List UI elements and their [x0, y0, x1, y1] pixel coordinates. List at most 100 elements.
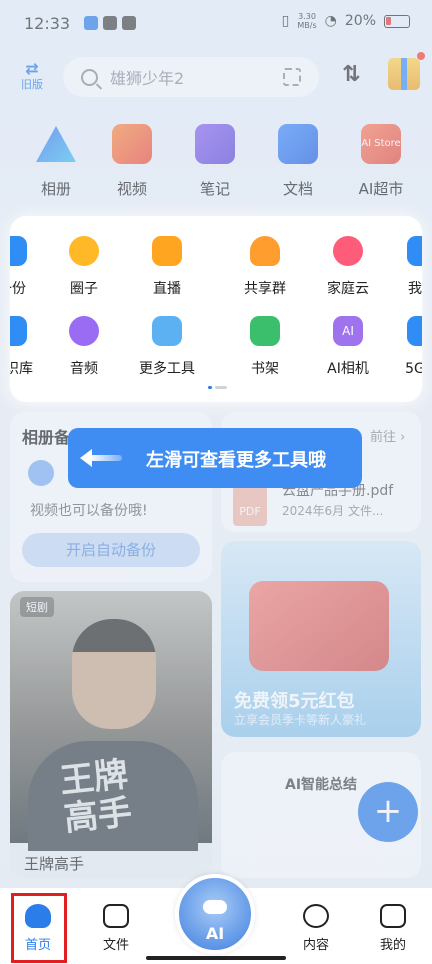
shortcut-label: 笔记	[199, 180, 230, 198]
recent-file-meta: 2024年6月 文件...	[282, 504, 384, 518]
battery-icon	[384, 14, 410, 28]
page-dot	[215, 386, 227, 389]
old-version-switch[interactable]: ⇄ 旧版	[18, 59, 46, 92]
tool-label: 5G新	[405, 361, 422, 377]
add-button[interactable]: +	[358, 782, 418, 842]
tool-circle[interactable]: 圈子	[52, 236, 116, 298]
tool-label: 直播	[153, 281, 181, 297]
old-version-label: 旧版	[21, 78, 43, 91]
drama-caption: 王牌高手	[24, 855, 85, 873]
tool-label: 备份	[10, 281, 26, 297]
baidu-notification-icon	[84, 16, 98, 30]
shortcut-label: 视频	[116, 180, 147, 198]
shortcut-notes[interactable]: 笔记	[175, 124, 255, 199]
tool-5g[interactable]: 5G新	[390, 316, 422, 378]
page-dot-active	[208, 386, 212, 389]
nav-files[interactable]: 文件	[86, 904, 146, 953]
red-packet-illustration	[249, 581, 389, 671]
tool-backup[interactable]: 备份	[10, 236, 44, 298]
nav-content[interactable]: 内容	[286, 904, 346, 953]
wifi-icon: ◔	[324, 13, 337, 29]
sync-icon	[28, 460, 54, 486]
gift-icon[interactable]	[388, 52, 425, 90]
audio-icon	[69, 316, 99, 346]
bookshelf-icon	[250, 316, 280, 346]
ai-store-icon: AI Store	[361, 124, 401, 164]
battery-percent: 20%	[344, 13, 376, 29]
folder-icon	[103, 904, 129, 928]
tool-label: 音频	[70, 361, 98, 377]
tool-label: 共享群	[244, 281, 286, 297]
notification-dot	[417, 52, 425, 60]
ai-label: AI	[205, 924, 225, 943]
nav-label: 我的	[379, 938, 406, 953]
circle-icon	[69, 236, 99, 266]
notification-icons	[84, 16, 136, 30]
shortcut-photos[interactable]: 相册	[16, 124, 96, 199]
share-group-icon	[250, 236, 280, 266]
swipe-hint-text: 左滑可查看更多工具哦	[146, 450, 326, 471]
tool-label: AI相机	[327, 361, 369, 377]
ai-assistant-button[interactable]: AI	[175, 874, 255, 954]
note-icon	[195, 124, 235, 164]
tool-live[interactable]: 直播	[135, 236, 199, 298]
tool-mine[interactable]: 我的	[390, 236, 422, 298]
switch-icon: ⇄	[25, 59, 39, 78]
search-icon	[81, 68, 98, 86]
poster-title: 王牌 高手	[58, 754, 134, 840]
tool-knowledge[interactable]: 知识库	[10, 316, 44, 378]
left-arrow-icon	[80, 448, 122, 468]
mine-icon	[407, 236, 422, 266]
promo-title: 免费领5元红包	[234, 691, 355, 712]
swipe-hint-tooltip[interactable]: 左滑可查看更多工具哦	[68, 428, 362, 488]
tool-audio[interactable]: 音频	[52, 316, 116, 378]
poster-figure-face	[72, 619, 156, 729]
shortcut-videos[interactable]: 视频	[92, 124, 172, 199]
ai-assistant-icon	[203, 900, 227, 914]
ai-summary-title: AI智能总结	[285, 777, 358, 793]
tool-more[interactable]: 更多工具	[135, 316, 199, 378]
tools-popup[interactable]: 备份 圈子 直播 共享群 家庭云 我的 知识库 音频 更多工具 书架 AI AI…	[10, 216, 422, 402]
shortcut-docs[interactable]: 文档	[258, 124, 338, 199]
gesture-bar	[146, 956, 286, 960]
tool-share-group[interactable]: 共享群	[233, 236, 297, 298]
shortcut-label: 文档	[282, 180, 313, 198]
backup-title: 相册备	[22, 428, 71, 447]
tool-label: 圈子	[70, 281, 98, 297]
tool-ai-camera[interactable]: AI AI相机	[316, 316, 380, 378]
search-input[interactable]: 雄狮少年2	[63, 57, 319, 97]
content-icon	[303, 904, 329, 928]
shortcut-label: 相册	[40, 180, 71, 198]
tool-label: 知识库	[10, 361, 33, 377]
backup-subtitle: 视频也可以备份哦!	[30, 503, 148, 519]
red-packet-promo-card[interactable]: 免费领5元红包 立享会员季卡等新人豪礼	[221, 541, 421, 737]
transfer-sort-icon[interactable]: ⇅	[342, 62, 360, 87]
vibrate-icon: ▯	[281, 13, 290, 29]
network-speed: 3.30 MB/s	[297, 12, 317, 30]
status-bar: 12:33 ▯ 3.30 MB/s ◔ 20%	[0, 0, 432, 50]
promo-subtitle: 立享会员季卡等新人豪礼	[234, 713, 367, 727]
live-tv-icon	[152, 236, 182, 266]
tool-label: 书架	[251, 361, 279, 377]
backup-icon	[10, 236, 27, 266]
shortcut-label: AI超市	[358, 180, 404, 198]
swipe-hand-icon	[286, 300, 322, 350]
profile-icon	[380, 904, 406, 928]
ai-camera-icon: AI	[333, 316, 363, 346]
auto-backup-button[interactable]: 开启自动备份	[22, 533, 200, 567]
scan-icon[interactable]	[283, 68, 301, 86]
video-play-icon	[112, 124, 152, 164]
more-tools-icon	[152, 316, 182, 346]
top-shortcut-grid: 相册 视频 笔记 文档 AI Store AI超市	[0, 124, 432, 204]
5g-icon	[407, 316, 422, 346]
tool-family-cloud[interactable]: 家庭云	[316, 236, 380, 298]
nav-mine[interactable]: 我的	[363, 904, 423, 953]
photo-album-icon	[36, 126, 76, 162]
status-time: 12:33	[24, 14, 71, 33]
page-indicator	[208, 386, 227, 389]
shortcut-ai-store[interactable]: AI Store AI超市	[341, 124, 421, 199]
short-drama-card[interactable]: 短剧 王牌 高手 王牌高手	[10, 591, 212, 878]
goto-link[interactable]: 前往 ›	[370, 426, 405, 445]
nav-label: 文件	[102, 938, 129, 953]
app-notification-icon	[103, 16, 117, 30]
